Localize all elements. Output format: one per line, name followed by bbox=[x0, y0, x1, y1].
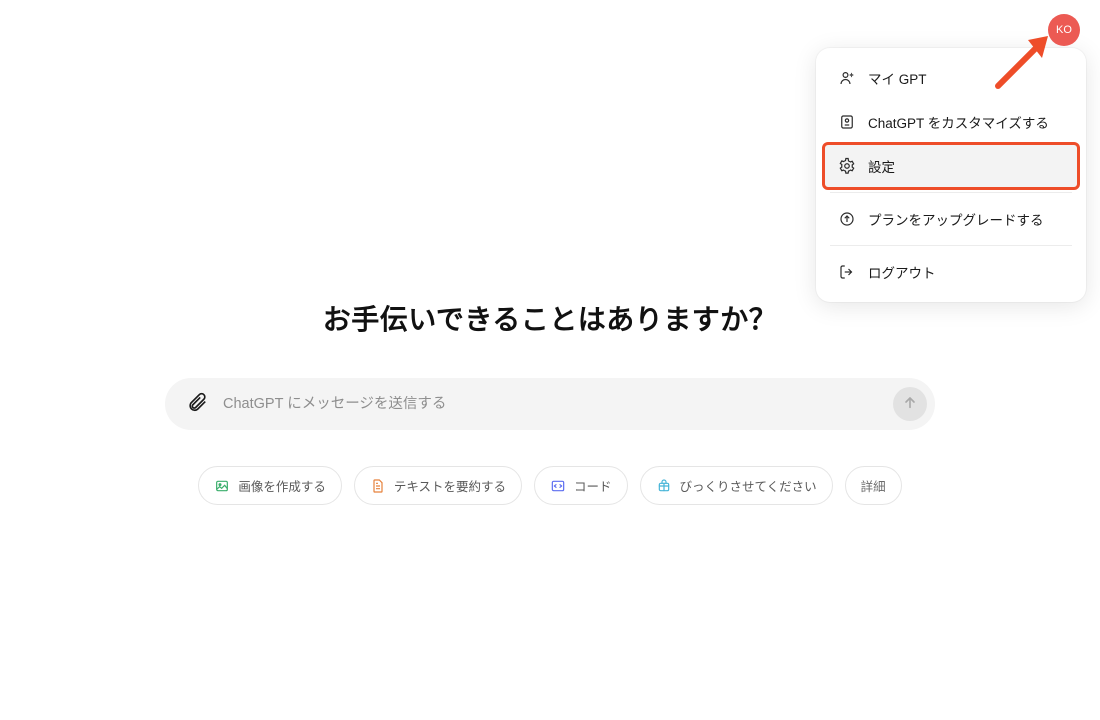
menu-item-logout[interactable]: ログアウト bbox=[824, 250, 1078, 294]
gear-icon bbox=[838, 157, 856, 175]
greeting-heading: お手伝いできることはありますか？ bbox=[323, 298, 778, 338]
chip-surprise-me[interactable]: びっくりさせてください bbox=[640, 466, 833, 505]
menu-item-upgrade[interactable]: プランをアップグレードする bbox=[824, 197, 1078, 241]
menu-item-label: プランをアップグレードする bbox=[868, 209, 1044, 229]
message-input[interactable] bbox=[223, 396, 881, 412]
upgrade-icon bbox=[838, 210, 856, 228]
arrow-up-icon bbox=[902, 394, 918, 415]
chip-label: コード bbox=[574, 476, 612, 495]
attach-button[interactable] bbox=[183, 390, 211, 418]
logout-icon bbox=[838, 263, 856, 281]
menu-item-my-gpt[interactable]: マイ GPT bbox=[824, 56, 1078, 100]
chip-code[interactable]: コード bbox=[534, 466, 628, 505]
chip-label: テキストを要約する bbox=[394, 476, 506, 495]
chip-summarize-text[interactable]: テキストを要約する bbox=[354, 466, 522, 505]
sparkle-icon bbox=[656, 478, 672, 494]
doc-icon bbox=[370, 478, 386, 494]
suggestion-chips: 画像を作成する テキストを要約する コード bbox=[198, 466, 901, 505]
chip-label: 画像を作成する bbox=[238, 476, 326, 495]
image-icon bbox=[214, 478, 230, 494]
user-menu: マイ GPT ChatGPT をカスタマイズする 設定 bbox=[816, 48, 1086, 302]
chip-label: 詳細 bbox=[861, 476, 886, 495]
chip-create-image[interactable]: 画像を作成する bbox=[198, 466, 342, 505]
menu-item-customize[interactable]: ChatGPT をカスタマイズする bbox=[824, 100, 1078, 144]
menu-divider bbox=[830, 192, 1072, 193]
menu-item-label: ログアウト bbox=[868, 262, 936, 282]
chip-more[interactable]: 詳細 bbox=[845, 466, 902, 505]
menu-divider bbox=[830, 245, 1072, 246]
menu-item-settings[interactable]: 設定 bbox=[824, 144, 1078, 188]
menu-item-label: 設定 bbox=[868, 156, 895, 176]
customize-icon bbox=[838, 113, 856, 131]
message-input-bar bbox=[165, 378, 935, 430]
avatar-initials: KO bbox=[1056, 24, 1072, 36]
code-icon bbox=[550, 478, 566, 494]
paperclip-icon bbox=[186, 391, 208, 418]
menu-item-label: ChatGPT をカスタマイズする bbox=[868, 112, 1049, 132]
chip-label: びっくりさせてください bbox=[680, 476, 817, 495]
person-sparkle-icon bbox=[838, 69, 856, 87]
menu-item-label: マイ GPT bbox=[868, 68, 927, 88]
avatar[interactable]: KO bbox=[1048, 14, 1080, 46]
send-button[interactable] bbox=[893, 387, 927, 421]
